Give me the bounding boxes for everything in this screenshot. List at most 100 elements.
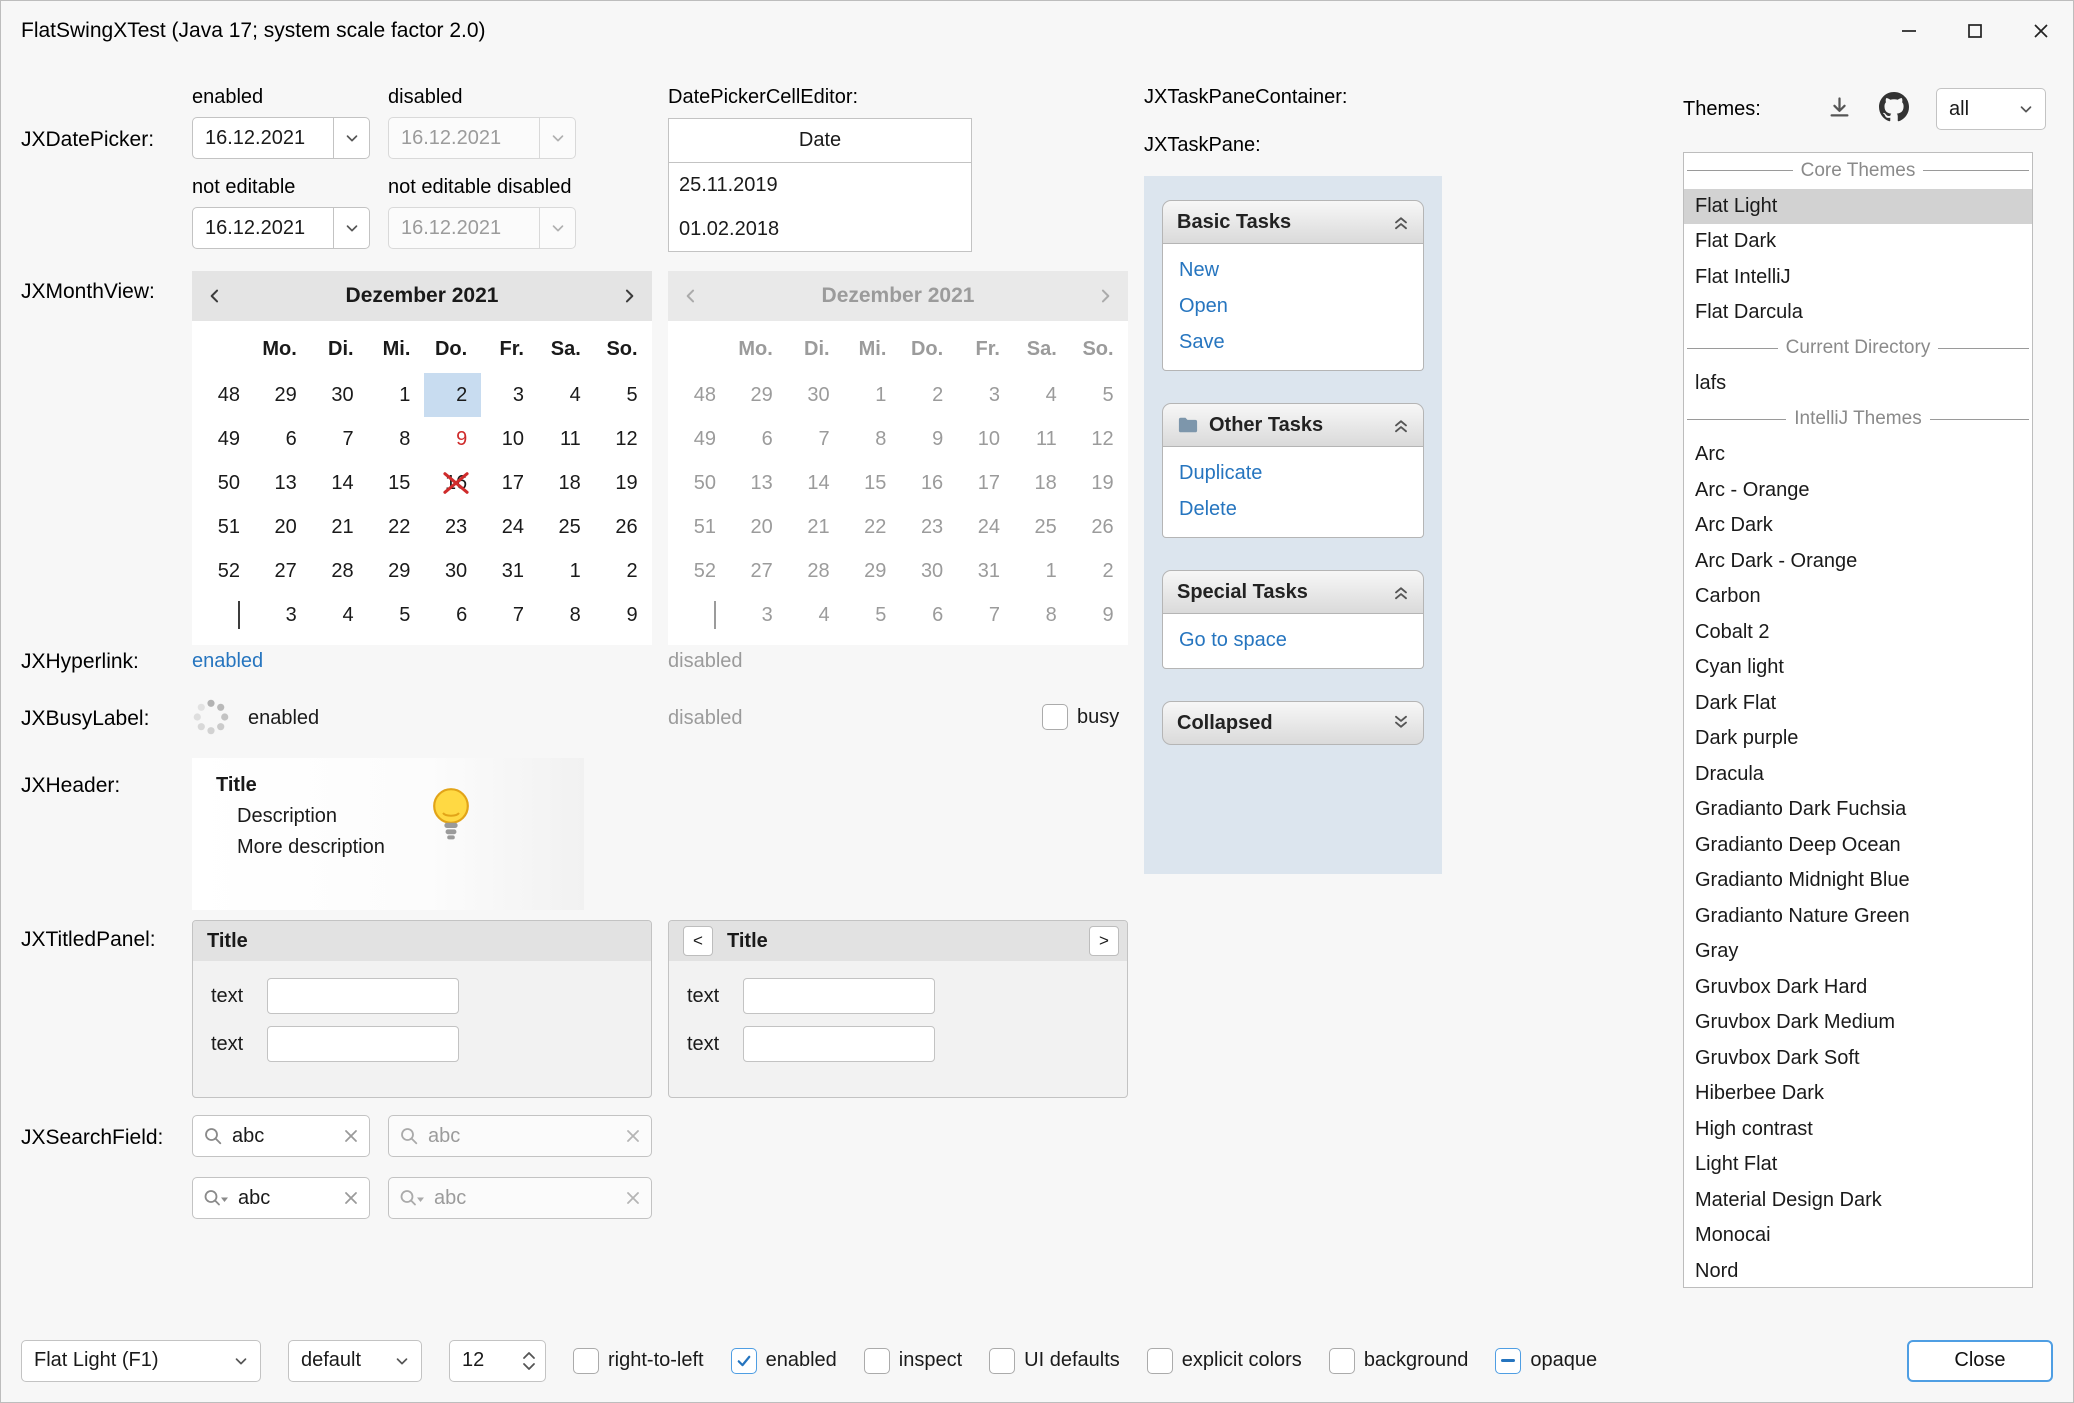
checkbox-box[interactable] (731, 1348, 757, 1374)
date-picker-value[interactable]: 16.12.2021 (193, 127, 333, 150)
day-cell[interactable]: 7 (311, 417, 368, 461)
date-picker-enabled[interactable]: 16.12.2021 (192, 117, 370, 159)
expand-icon[interactable] (1391, 713, 1411, 733)
theme-list-item[interactable]: Hiberbee Dark (1684, 1076, 2032, 1112)
checkbox-box[interactable] (1495, 1348, 1521, 1374)
month-view-enabled[interactable]: Dezember 2021Mo.Di.Mi.Do.Fr.Sa.So.482930… (192, 271, 652, 645)
theme-filter-combo[interactable]: all (1936, 88, 2046, 130)
maximize-button[interactable] (1942, 0, 2008, 62)
prev-month-button[interactable] (192, 286, 238, 306)
day-cell[interactable]: 8 (538, 593, 595, 637)
theme-list-item[interactable]: Arc Dark (1684, 508, 2032, 544)
theme-list-item[interactable]: Carbon (1684, 579, 2032, 615)
day-cell[interactable]: 29 (368, 549, 425, 593)
spinner-down-button[interactable] (522, 1362, 536, 1371)
checkbox-box[interactable] (1147, 1348, 1173, 1374)
day-cell[interactable]: 26 (595, 505, 652, 549)
date-picker-dropdown-button[interactable] (333, 118, 369, 158)
search-value[interactable]: abc (238, 1187, 334, 1210)
day-cell[interactable]: 3 (254, 593, 311, 637)
minimize-button[interactable] (1876, 0, 1942, 62)
theme-list-item[interactable]: Flat Light (1684, 189, 2032, 225)
checkbox-enabled[interactable]: enabled (731, 1348, 837, 1374)
theme-list-item[interactable]: Cyan light (1684, 650, 2032, 686)
day-cell[interactable]: 13 (254, 461, 311, 505)
day-cell[interactable]: 9 (424, 417, 481, 461)
day-cell[interactable]: 16 (424, 461, 481, 505)
theme-list-item[interactable]: Monocai (1684, 1218, 2032, 1254)
checkbox-box[interactable] (864, 1348, 890, 1374)
day-cell[interactable]: 6 (254, 417, 311, 461)
theme-list-item[interactable]: Light Flat (1684, 1147, 2032, 1183)
task-pane-header[interactable]: Other Tasks (1162, 403, 1424, 447)
day-cell[interactable]: 1 (368, 373, 425, 417)
search-menu-icon[interactable] (203, 1188, 229, 1208)
search-field-with-menu[interactable]: abc (192, 1177, 370, 1219)
day-cell[interactable]: 21 (311, 505, 368, 549)
day-cell[interactable]: 8 (368, 417, 425, 461)
theme-list-item[interactable]: Dark purple (1684, 721, 2032, 757)
theme-list-item[interactable]: Nord (1684, 1254, 2032, 1289)
day-cell[interactable]: 24 (481, 505, 538, 549)
checkbox-box[interactable] (1329, 1348, 1355, 1374)
text-input[interactable] (743, 1026, 935, 1062)
theme-list-item[interactable]: Gradianto Deep Ocean (1684, 828, 2032, 864)
github-icon[interactable] (1879, 92, 1909, 122)
next-month-button[interactable] (606, 286, 652, 306)
checkbox-opaque[interactable]: opaque (1495, 1348, 1597, 1374)
day-cell[interactable]: 28 (311, 549, 368, 593)
day-cell[interactable]: 12 (595, 417, 652, 461)
hyperlink-enabled[interactable]: enabled (192, 650, 263, 673)
download-icon[interactable] (1826, 94, 1853, 121)
checkbox-explicit-colors[interactable]: explicit colors (1147, 1348, 1302, 1374)
titled-panel-next-button[interactable]: > (1089, 926, 1119, 956)
text-input[interactable] (267, 978, 459, 1014)
day-cell[interactable]: 29 (254, 373, 311, 417)
checkbox-box[interactable] (1042, 704, 1068, 730)
search-value[interactable]: abc (232, 1125, 334, 1148)
theme-list-item[interactable]: Gradianto Dark Fuchsia (1684, 792, 2032, 828)
titled-panel-prev-button[interactable]: < (683, 926, 713, 956)
task-pane-header[interactable]: Basic Tasks (1162, 200, 1424, 244)
date-picker-value[interactable]: 16.12.2021 (193, 217, 333, 240)
search-field-enabled[interactable]: abc (192, 1115, 370, 1157)
day-cell[interactable]: 31 (481, 549, 538, 593)
day-cell[interactable]: 3 (481, 373, 538, 417)
checkbox-box[interactable] (989, 1348, 1015, 1374)
theme-list-item[interactable]: Gruvbox Dark Soft (1684, 1041, 2032, 1077)
theme-list-item[interactable]: lafs (1684, 366, 2032, 402)
text-input[interactable] (743, 978, 935, 1014)
checkbox-background[interactable]: background (1329, 1348, 1469, 1374)
theme-list-item[interactable]: Dracula (1684, 757, 2032, 793)
checkbox-inspect[interactable]: inspect (864, 1348, 962, 1374)
clear-icon[interactable] (343, 1190, 359, 1206)
date-picker-not-editable[interactable]: 16.12.2021 (192, 207, 370, 249)
task-pane-header[interactable]: Special Tasks (1162, 570, 1424, 614)
checkbox-ui-defaults[interactable]: UI defaults (989, 1348, 1120, 1374)
laf-combo[interactable]: Flat Light (F1) (21, 1340, 261, 1382)
day-cell[interactable]: 9 (595, 593, 652, 637)
theme-list-item[interactable]: Gray (1684, 934, 2032, 970)
day-cell[interactable]: 22 (368, 505, 425, 549)
day-cell[interactable]: 4 (311, 593, 368, 637)
checkbox-box[interactable] (573, 1348, 599, 1374)
theme-list-item[interactable]: Flat Dark (1684, 224, 2032, 260)
collapse-icon[interactable] (1391, 582, 1411, 602)
close-window-button[interactable] (2008, 0, 2074, 62)
day-cell[interactable]: 10 (481, 417, 538, 461)
theme-list-item[interactable]: Material Design Dark (1684, 1183, 2032, 1219)
theme-list-item[interactable]: Arc - Orange (1684, 473, 2032, 509)
day-cell[interactable]: 15 (368, 461, 425, 505)
day-cell[interactable]: 25 (538, 505, 595, 549)
day-cell[interactable]: 5 (595, 373, 652, 417)
day-cell[interactable]: 18 (538, 461, 595, 505)
clear-icon[interactable] (343, 1128, 359, 1144)
checkbox-busy[interactable]: busy (1042, 704, 1119, 730)
theme-list-item[interactable]: Arc (1684, 437, 2032, 473)
table-row[interactable]: 01.02.2018 (669, 207, 971, 251)
theme-list-item[interactable]: Gruvbox Dark Medium (1684, 1005, 2032, 1041)
theme-list-item[interactable]: Gruvbox Dark Hard (1684, 970, 2032, 1006)
day-cell[interactable]: 1 (538, 549, 595, 593)
day-cell[interactable]: 19 (595, 461, 652, 505)
day-cell[interactable]: 2 (595, 549, 652, 593)
